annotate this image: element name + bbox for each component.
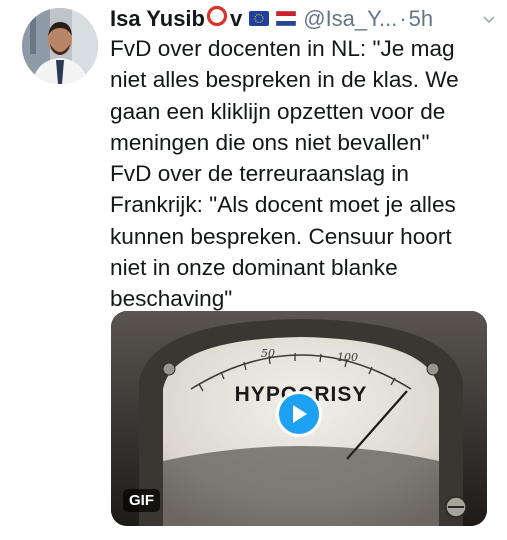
author-name[interactable]: Isa Yusib v <box>110 5 242 33</box>
netherlands-flag-icon <box>275 6 297 32</box>
play-icon <box>293 405 307 423</box>
gif-media[interactable]: 50 100 HYPOCRISY GIF <box>111 311 487 526</box>
author-avatar[interactable] <box>22 8 98 84</box>
tweet-text: FvD over docenten in NL: "Je mag niet al… <box>110 33 502 315</box>
tweet-text-line: FvD over de terreuraanslag in <box>110 161 409 187</box>
tweet-text-line: FvD over docenten in NL: "Je mag <box>110 36 455 61</box>
author-handle[interactable]: @Isa_Y... <box>303 6 397 32</box>
eu-flag-icon <box>249 6 270 32</box>
tweet-text-line: kunnen bespreken. Censuur hoort <box>110 223 452 249</box>
tweet-text-line: Frankrijk: "Als docent moet je alles <box>110 192 456 218</box>
tweet-text-line: meningen die ons niet bevallen" <box>110 129 430 155</box>
meter-scale-50: 50 <box>261 347 275 360</box>
meter-scale-100: 100 <box>337 351 358 364</box>
play-button[interactable] <box>276 391 322 437</box>
header-separator: · <box>399 6 407 31</box>
gif-badge: GIF <box>123 489 160 512</box>
tweet-text-line: niet in onze dominant blanke <box>110 255 398 281</box>
red-circle-icon <box>206 5 228 33</box>
tweet-header: Isa Yusib v @Isa_Y... · 5h <box>110 5 497 33</box>
tweet-text-line: niet alles bespreken in de klas. We <box>110 67 459 93</box>
tweet-text-line: beschaving" <box>110 286 233 312</box>
tweet-text-line: gaan een kliklijn opzetten voor de <box>110 98 446 124</box>
chevron-down-icon[interactable] <box>481 11 497 27</box>
tweet-timestamp[interactable]: 5h <box>409 6 433 32</box>
